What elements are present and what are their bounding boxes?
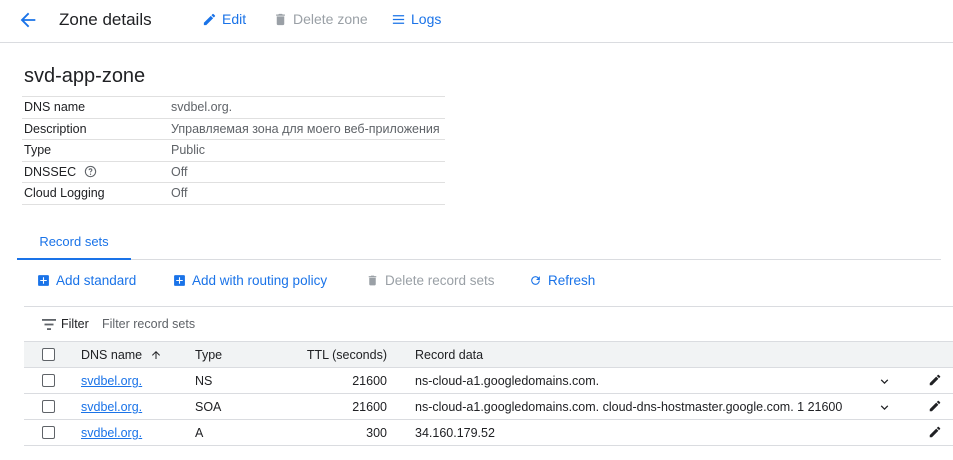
logs-button[interactable]: Logs: [391, 11, 441, 27]
trash-icon: [368, 275, 377, 286]
edit-button[interactable]: Edit: [202, 11, 246, 27]
page-title: Zone details: [59, 10, 152, 29]
filter-icon: [42, 319, 56, 330]
pencil-icon[interactable]: [928, 373, 942, 387]
info-key: Type: [22, 139, 169, 161]
record-type: SOA: [195, 400, 222, 414]
add-routing-policy-button[interactable]: Add with routing policy: [173, 273, 327, 288]
delete-record-sets-label: Delete record sets: [385, 273, 495, 288]
logs-label: Logs: [411, 11, 442, 27]
refresh-icon: [531, 276, 540, 285]
info-key: DNS name: [22, 96, 169, 118]
row-checkbox[interactable]: [42, 374, 55, 387]
delete-record-sets-button[interactable]: Delete record sets: [366, 273, 495, 288]
record-type: NS: [195, 374, 213, 388]
add-routing-label: Add with routing policy: [192, 273, 328, 288]
add-standard-label: Add standard: [56, 273, 137, 288]
help-icon[interactable]: [84, 165, 97, 178]
column-header-dns-name[interactable]: DNS name: [81, 348, 162, 362]
tab-record-sets[interactable]: Record sets: [17, 228, 131, 260]
dns-name-link[interactable]: svdbel.org.: [81, 374, 142, 388]
zone-name-heading: svd-app-zone: [24, 65, 146, 87]
info-row-dns-name: DNS name svdbel.org.: [22, 96, 445, 118]
column-dns-name-label: DNS name: [81, 348, 143, 362]
edit-label: Edit: [222, 11, 247, 27]
pencil-icon[interactable]: [928, 399, 942, 413]
table-row: svdbel.org. A 300 34.160.179.52: [24, 420, 953, 446]
trash-icon: [276, 13, 285, 25]
info-value: Off: [169, 160, 445, 183]
info-value: Public: [169, 139, 445, 161]
add-box-icon: [38, 275, 49, 286]
column-header-ttl[interactable]: TTL (seconds): [294, 348, 387, 362]
refresh-label: Refresh: [548, 273, 596, 288]
info-row-type: Type Public: [22, 139, 445, 161]
add-box-icon: [174, 275, 185, 286]
list-icon: [392, 14, 405, 24]
info-row-cloud-logging: Cloud Logging Off: [22, 182, 445, 205]
info-key: DNSSEC: [24, 164, 77, 179]
row-checkbox[interactable]: [42, 426, 55, 439]
delete-zone-button[interactable]: Delete zone: [273, 11, 368, 27]
record-data: ns-cloud-a1.googledomains.com. cloud-dns…: [415, 400, 843, 414]
record-ttl: 21600: [352, 374, 387, 388]
add-standard-button[interactable]: Add standard: [37, 273, 136, 288]
info-row-description: Description Управляемая зона для моего в…: [22, 117, 445, 140]
zone-info-table: DNS name svdbel.org. Description Управля…: [22, 96, 445, 205]
record-ttl: 21600: [352, 400, 387, 414]
table-header-row: DNS name Type TTL (seconds) Record data: [24, 342, 953, 368]
info-key: Description: [22, 117, 169, 140]
record-data: ns-cloud-a1.googledomains.com.: [415, 374, 600, 388]
select-all-checkbox[interactable]: [42, 348, 55, 361]
record-type: A: [195, 426, 204, 440]
delete-zone-label: Delete zone: [293, 11, 368, 27]
record-data: 34.160.179.52: [415, 426, 495, 440]
back-arrow-icon[interactable]: [17, 9, 39, 31]
info-value: Управляемая зона для моего веб-приложени…: [169, 117, 445, 140]
chevron-down-icon[interactable]: [877, 374, 892, 389]
record-sets-table: DNS name Type TTL (seconds) Record data …: [24, 342, 953, 446]
record-toolbar: Add standard Add with routing policy Del…: [24, 261, 953, 307]
pencil-icon[interactable]: [928, 425, 942, 439]
refresh-button[interactable]: Refresh: [529, 273, 595, 288]
table-row: svdbel.org. NS 21600 ns-cloud-a1.googled…: [24, 368, 953, 394]
column-header-type[interactable]: Type: [195, 348, 222, 362]
row-checkbox[interactable]: [42, 400, 55, 413]
arrow-up-icon: [151, 351, 160, 359]
info-value: svdbel.org.: [169, 96, 445, 118]
filter-input[interactable]: [102, 313, 502, 335]
info-key: Cloud Logging: [22, 182, 169, 205]
chevron-down-icon[interactable]: [877, 400, 892, 415]
tab-bar: Record sets: [17, 228, 941, 260]
filter-bar: Filter: [24, 307, 953, 342]
column-header-record-data[interactable]: Record data: [415, 348, 483, 362]
info-value: Off: [169, 182, 445, 205]
top-bar: Zone details Edit Delete zone Logs: [0, 0, 953, 43]
dns-name-link[interactable]: svdbel.org.: [81, 426, 142, 440]
record-ttl: 300: [366, 426, 387, 440]
filter-label: Filter: [61, 317, 89, 331]
info-row-dnssec: DNSSEC Off: [22, 160, 445, 183]
pencil-icon: [203, 13, 216, 25]
table-row: svdbel.org. SOA 21600 ns-cloud-a1.google…: [24, 394, 953, 420]
dns-name-link[interactable]: svdbel.org.: [81, 400, 142, 414]
